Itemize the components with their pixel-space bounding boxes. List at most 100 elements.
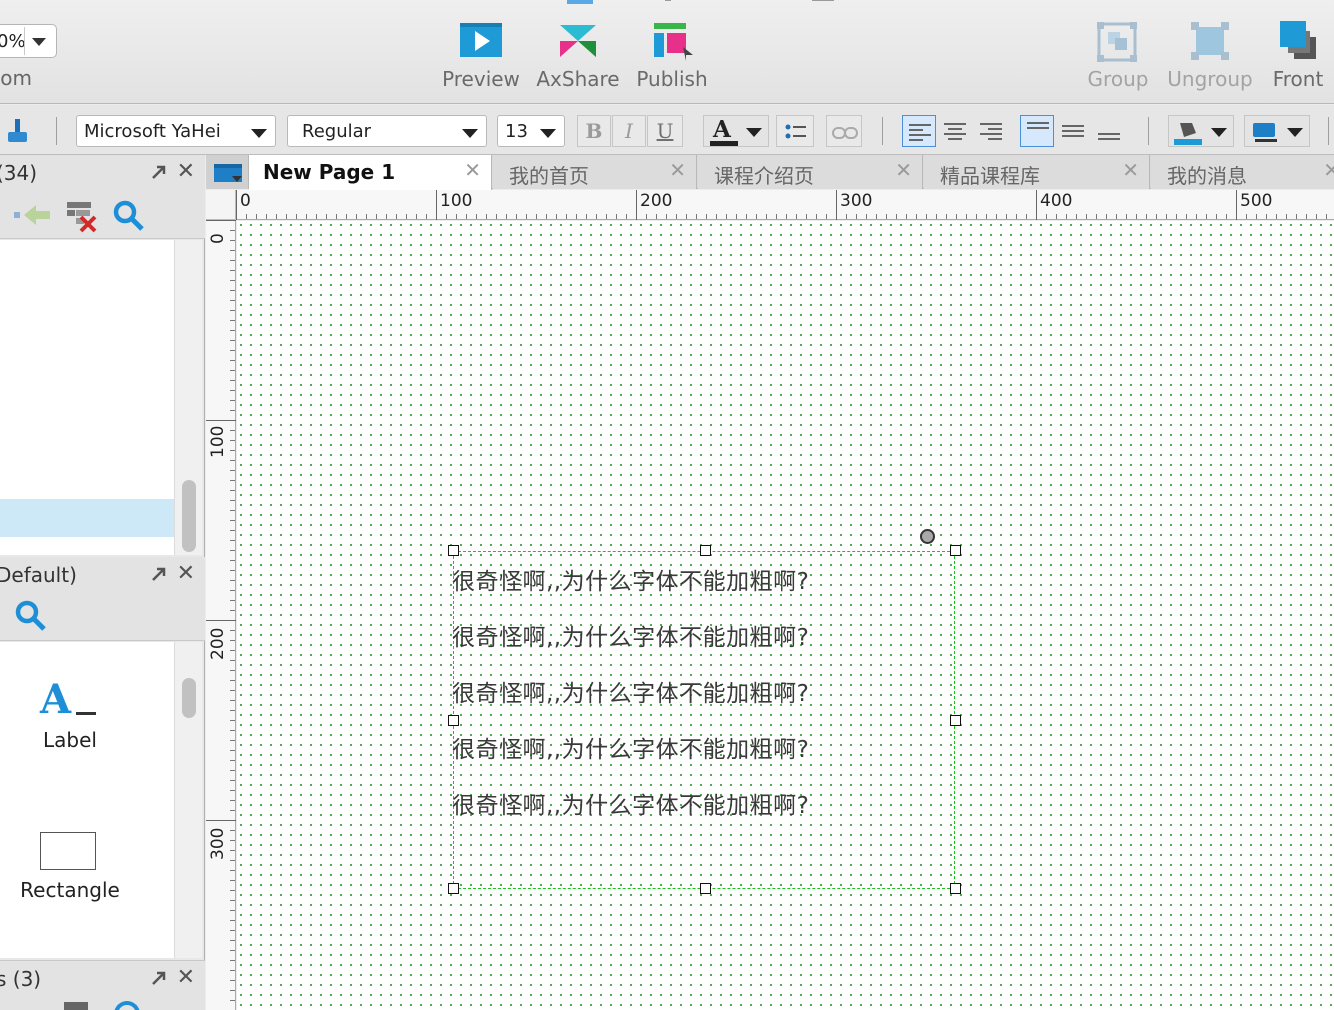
format-painter-icon[interactable]: [6, 117, 28, 149]
publish-button[interactable]: Publish: [630, 16, 714, 96]
italic-button[interactable]: I: [612, 115, 646, 147]
resize-handle-left[interactable]: [448, 715, 459, 726]
search-icon[interactable]: [114, 1001, 140, 1010]
link-button[interactable]: [826, 115, 862, 147]
search-icon[interactable]: [112, 199, 146, 237]
chevron-down-icon: [251, 129, 267, 138]
preview-button[interactable]: Preview: [440, 16, 522, 96]
close-icon[interactable]: ✕: [177, 561, 195, 586]
selected-text-widget[interactable]: [453, 551, 955, 889]
resize-handle-right[interactable]: [950, 715, 961, 726]
front-button[interactable]: Front: [1265, 16, 1331, 96]
ruler-major-tick: [1036, 190, 1037, 220]
search-icon[interactable]: [14, 599, 48, 637]
delete-page-icon[interactable]: [64, 199, 100, 237]
publish-icon: [650, 19, 694, 67]
tab-course-intro[interactable]: 课程介绍页 ✕: [698, 155, 923, 189]
preview-play-icon: [459, 19, 503, 63]
toolbar-separator: [1328, 117, 1329, 145]
underline-icon: U: [656, 119, 674, 143]
ruler-label: 300: [208, 827, 228, 860]
chevron-down-icon[interactable]: [746, 128, 762, 137]
underline-button[interactable]: U: [647, 115, 683, 147]
widgets-list: A Label Rectangle: [0, 642, 175, 958]
ruler-label: 300: [840, 191, 873, 211]
resize-handle-top-right[interactable]: [950, 545, 961, 556]
chevron-down-icon: [540, 129, 556, 138]
tab-label: 精品课程库: [940, 164, 1040, 188]
resize-handle-bottom-right[interactable]: [950, 883, 961, 894]
ruler-major-tick: [206, 420, 236, 421]
bullet-list-button[interactable]: [776, 115, 814, 147]
font-style-dropdown[interactable]: Regular: [287, 115, 487, 147]
resize-handle-bottom-left[interactable]: [448, 883, 459, 894]
page-list-icon: [214, 164, 242, 186]
scrollbar-thumb[interactable]: [182, 480, 196, 552]
sitemap-selected-item[interactable]: [0, 499, 174, 537]
close-icon[interactable]: ✕: [1122, 158, 1139, 182]
bold-button[interactable]: B: [577, 115, 611, 147]
close-icon[interactable]: ✕: [669, 158, 686, 182]
rotation-handle[interactable]: [920, 529, 935, 544]
left-panels: (34) ✕ Default) ✕ A Label Rectangle s (3…: [0, 155, 205, 1010]
label-widget-icon: A: [40, 680, 100, 720]
axshare-button[interactable]: AxShare: [533, 16, 623, 96]
ungroup-icon: [1188, 19, 1232, 67]
resize-handle-bottom[interactable]: [700, 883, 711, 894]
design-canvas[interactable]: 很奇怪啊,,为什么字体不能加粗啊? 很奇怪啊,,为什么字体不能加粗啊? 很奇怪啊…: [237, 221, 1334, 1010]
popout-icon[interactable]: [151, 970, 167, 990]
rectangle-widget[interactable]: Rectangle: [0, 830, 140, 920]
close-icon[interactable]: ✕: [177, 965, 195, 990]
text-line: 很奇怪啊,,为什么字体不能加粗啊?: [452, 737, 810, 763]
tab-my-messages[interactable]: 我的消息 ✕: [1151, 155, 1334, 189]
scrollbar-thumb[interactable]: [182, 678, 196, 718]
label-widget[interactable]: A Label: [0, 672, 140, 772]
ruler-label: 200: [208, 627, 228, 660]
close-icon[interactable]: ✕: [464, 158, 481, 182]
group-button[interactable]: Group: [1083, 16, 1153, 96]
align-bottom-button[interactable]: [1092, 115, 1126, 147]
tab-my-home[interactable]: 我的首页 ✕: [493, 155, 697, 189]
chevron-down-icon[interactable]: [1211, 128, 1227, 137]
widgets-tools: [0, 593, 205, 641]
tab-course-library[interactable]: 精品课程库 ✕: [924, 155, 1150, 189]
popout-icon[interactable]: [151, 164, 167, 184]
chevron-down-icon[interactable]: [24, 27, 54, 55]
zoom-dropdown[interactable]: 0%: [0, 24, 57, 58]
tab-menu-button[interactable]: [206, 155, 249, 189]
ruler-label: 0: [208, 233, 228, 244]
text-line: 很奇怪啊,,为什么字体不能加粗啊?: [452, 625, 810, 651]
align-right-button[interactable]: [974, 115, 1008, 147]
back-arrow-icon[interactable]: [14, 203, 52, 231]
add-master-icon[interactable]: [64, 1002, 88, 1010]
ruler-major-tick: [636, 190, 637, 220]
align-left-button[interactable]: [902, 115, 936, 147]
chevron-down-icon[interactable]: [1287, 128, 1303, 137]
close-icon[interactable]: ✕: [1323, 158, 1334, 182]
text-line: 很奇怪啊,,为什么字体不能加粗啊?: [452, 681, 810, 707]
align-center-button[interactable]: [938, 115, 972, 147]
fill-color-button[interactable]: [1168, 115, 1234, 147]
font-color-button[interactable]: A: [703, 115, 769, 147]
border-color-icon: [1251, 121, 1279, 147]
widgets-panel-header: Default) ✕: [0, 557, 205, 593]
resize-handle-top-left[interactable]: [448, 545, 459, 556]
font-size-dropdown[interactable]: 13: [497, 115, 565, 147]
close-icon[interactable]: ✕: [895, 158, 912, 182]
ungroup-button[interactable]: Ungroup: [1162, 16, 1258, 96]
sitemap-scrollbar[interactable]: [174, 240, 202, 555]
font-family-dropdown[interactable]: Microsoft YaHei: [76, 115, 276, 147]
popout-icon[interactable]: [151, 566, 167, 586]
masters-panel-header: s (3) ✕: [0, 960, 205, 996]
align-middle-button[interactable]: [1056, 115, 1090, 147]
tab-new-page-1[interactable]: New Page 1 ✕: [249, 155, 492, 190]
ruler-major-tick: [836, 190, 837, 220]
resize-handle-top[interactable]: [700, 545, 711, 556]
widgets-scrollbar[interactable]: [174, 642, 202, 958]
border-color-button[interactable]: [1244, 115, 1310, 147]
rectangle-widget-name: Rectangle: [20, 878, 120, 902]
italic-icon: I: [625, 119, 633, 143]
align-top-button[interactable]: [1020, 115, 1054, 147]
title-bar-fragment: [812, 0, 834, 1]
close-icon[interactable]: ✕: [177, 159, 195, 184]
